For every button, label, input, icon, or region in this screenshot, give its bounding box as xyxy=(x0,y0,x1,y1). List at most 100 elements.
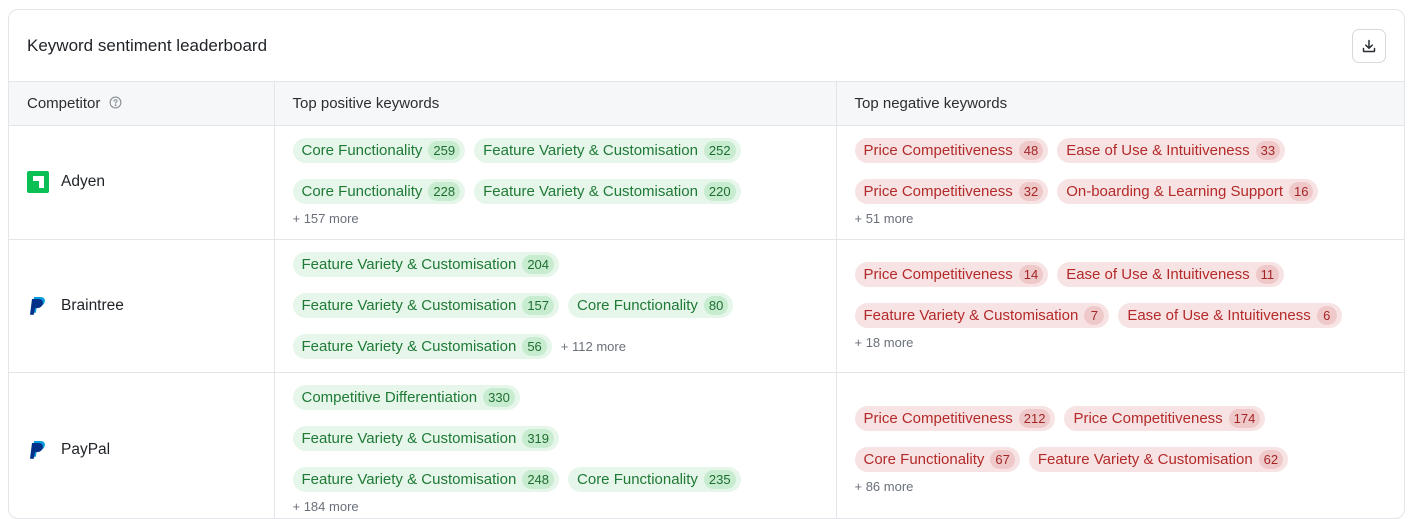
competitor-name: Braintree xyxy=(61,297,124,315)
chip-count: 330 xyxy=(483,388,515,407)
negative-keyword-chip[interactable]: Ease of Use & Intuitiveness 11 xyxy=(1057,262,1284,287)
competitor-name: PayPal xyxy=(61,441,110,459)
chip-label: Feature Variety & Customisation xyxy=(483,142,698,159)
braintree-logo-icon xyxy=(27,295,49,317)
table-row: PayPal Competitive Differentiation 330 Fe… xyxy=(9,373,1404,519)
download-icon xyxy=(1361,38,1377,54)
card-header: Keyword sentiment leaderboard xyxy=(9,10,1404,81)
header-negative: Top negative keywords xyxy=(836,82,1404,126)
chip-count: 16 xyxy=(1289,182,1313,201)
help-circle-icon[interactable] xyxy=(109,96,122,109)
positive-more-link[interactable]: + 157 more xyxy=(293,211,818,226)
negative-keyword-chip[interactable]: Ease of Use & Intuitiveness 33 xyxy=(1057,138,1285,163)
chip-label: Price Competitiveness xyxy=(1073,410,1222,427)
chip-label: On-boarding & Learning Support xyxy=(1066,183,1283,200)
chip-count: 228 xyxy=(428,182,460,201)
card-title: Keyword sentiment leaderboard xyxy=(27,36,267,56)
chip-count: 56 xyxy=(522,337,546,356)
chip-count: 67 xyxy=(990,450,1014,469)
negative-keyword-chip[interactable]: Ease of Use & Intuitiveness6 xyxy=(1118,303,1341,328)
negative-keyword-chip[interactable]: Price Competitiveness 48 xyxy=(855,138,1049,163)
negative-keywords-cell: Price Competitiveness 48 Ease of Use & In… xyxy=(836,126,1404,240)
chip-label: Price Competitiveness xyxy=(864,410,1013,427)
chip-count: 204 xyxy=(522,255,554,274)
negative-keyword-chip[interactable]: Core Functionality 67 xyxy=(855,447,1020,472)
negative-keyword-chip[interactable]: Price Competitiveness 212 xyxy=(855,406,1056,431)
chip-count: 212 xyxy=(1019,409,1051,428)
chip-count: 7 xyxy=(1084,306,1104,325)
chip-label: Ease of Use & Intuitiveness xyxy=(1066,142,1249,159)
chip-label: Competitive Differentiation xyxy=(302,389,478,406)
negative-keywords-cell: Price Competitiveness 212 Price Competiti… xyxy=(836,373,1404,519)
positive-keyword-chip[interactable]: Feature Variety & Customisation 157 xyxy=(293,293,560,318)
positive-keyword-chip[interactable]: Feature Variety & Customisation220 xyxy=(474,179,741,204)
chip-label: Feature Variety & Customisation xyxy=(302,430,517,447)
chip-count: 32 xyxy=(1019,182,1043,201)
positive-keyword-chip[interactable]: Competitive Differentiation 330 xyxy=(293,385,520,410)
chip-count: 80 xyxy=(704,296,728,315)
chip-count: 33 xyxy=(1256,141,1280,160)
positive-more-link[interactable]: + 184 more xyxy=(293,499,818,514)
positive-keywords-cell: Feature Variety & Customisation 204 Featu… xyxy=(274,240,836,373)
header-competitor-label: Competitor xyxy=(27,95,100,112)
positive-keyword-chip[interactable]: Feature Variety & Customisation 248 xyxy=(293,467,560,492)
chip-label: Feature Variety & Customisation xyxy=(302,297,517,314)
chip-label: Core Functionality xyxy=(577,471,698,488)
chip-count: 259 xyxy=(428,141,460,160)
negative-keyword-chip[interactable]: Feature Variety & Customisation 7 xyxy=(855,303,1110,328)
negative-more-link[interactable]: + 51 more xyxy=(855,211,1387,226)
adyen-logo-icon xyxy=(27,171,49,193)
chip-label: Price Competitiveness xyxy=(864,142,1013,159)
positive-keyword-chip[interactable]: Core Functionality 80 xyxy=(568,293,733,318)
chip-label: Feature Variety & Customisation xyxy=(1038,451,1253,468)
chip-label: Price Competitiveness xyxy=(864,183,1013,200)
positive-keywords-cell: Core Functionality 259 Feature Variety & … xyxy=(274,126,836,240)
chip-count: 248 xyxy=(522,470,554,489)
competitor-paypal[interactable]: PayPal xyxy=(27,439,256,461)
chip-count: 48 xyxy=(1019,141,1043,160)
chip-label: Core Functionality xyxy=(577,297,698,314)
negative-keyword-chip[interactable]: Price Competitiveness14 xyxy=(855,262,1049,287)
chip-label: Feature Variety & Customisation xyxy=(483,183,698,200)
negative-keyword-chip[interactable]: Feature Variety & Customisation 62 xyxy=(1029,447,1288,472)
download-button[interactable] xyxy=(1352,29,1386,63)
table-header-row: Competitor Top positive keywords Top neg… xyxy=(9,82,1404,126)
positive-more-link[interactable]: + 112 more xyxy=(561,339,626,354)
positive-keyword-chip[interactable]: Feature Variety & Customisation56 xyxy=(293,334,552,359)
chip-label: Ease of Use & Intuitiveness xyxy=(1066,266,1249,283)
competitor-braintree[interactable]: Braintree xyxy=(27,295,256,317)
negative-keyword-chip[interactable]: On-boarding & Learning Support 16 xyxy=(1057,179,1318,204)
chip-count: 62 xyxy=(1259,450,1283,469)
chip-count: 157 xyxy=(522,296,554,315)
positive-keyword-chip[interactable]: Feature Variety & Customisation252 xyxy=(474,138,741,163)
chip-label: Price Competitiveness xyxy=(864,266,1013,283)
chip-label: Feature Variety & Customisation xyxy=(302,256,517,273)
positive-keyword-chip[interactable]: Feature Variety & Customisation 204 xyxy=(293,252,560,277)
chip-count: 11 xyxy=(1256,265,1280,284)
leaderboard-table: Competitor Top positive keywords Top neg… xyxy=(9,81,1404,519)
positive-keywords-cell: Competitive Differentiation 330 Feature V… xyxy=(274,373,836,519)
paypal-logo-icon xyxy=(27,439,49,461)
competitor-adyen[interactable]: Adyen xyxy=(27,171,256,193)
negative-more-link[interactable]: + 86 more xyxy=(855,479,1387,494)
chip-label: Core Functionality xyxy=(302,142,423,159)
negative-keywords-cell: Price Competitiveness14 Ease of Use & In… xyxy=(836,240,1404,373)
chip-count: 174 xyxy=(1229,409,1261,428)
competitor-cell: PayPal xyxy=(9,373,274,519)
negative-keyword-chip[interactable]: Price Competitiveness 174 xyxy=(1064,406,1265,431)
chip-count: 235 xyxy=(704,470,736,489)
header-competitor: Competitor xyxy=(9,82,274,126)
competitor-name: Adyen xyxy=(61,173,105,191)
table-row: Braintree Feature Variety & Customisatio… xyxy=(9,240,1404,373)
negative-more-link[interactable]: + 18 more xyxy=(855,335,1387,350)
chip-label: Core Functionality xyxy=(302,183,423,200)
chip-label: Feature Variety & Customisation xyxy=(302,471,517,488)
chip-label: Core Functionality xyxy=(864,451,985,468)
positive-keyword-chip[interactable]: Feature Variety & Customisation319 xyxy=(293,426,560,451)
positive-keyword-chip[interactable]: Core Functionality 228 xyxy=(293,179,466,204)
positive-keyword-chip[interactable]: Core Functionality 235 xyxy=(568,467,741,492)
positive-keyword-chip[interactable]: Core Functionality 259 xyxy=(293,138,466,163)
chip-count: 6 xyxy=(1317,306,1337,325)
chip-label: Feature Variety & Customisation xyxy=(864,307,1079,324)
negative-keyword-chip[interactable]: Price Competitiveness 32 xyxy=(855,179,1049,204)
